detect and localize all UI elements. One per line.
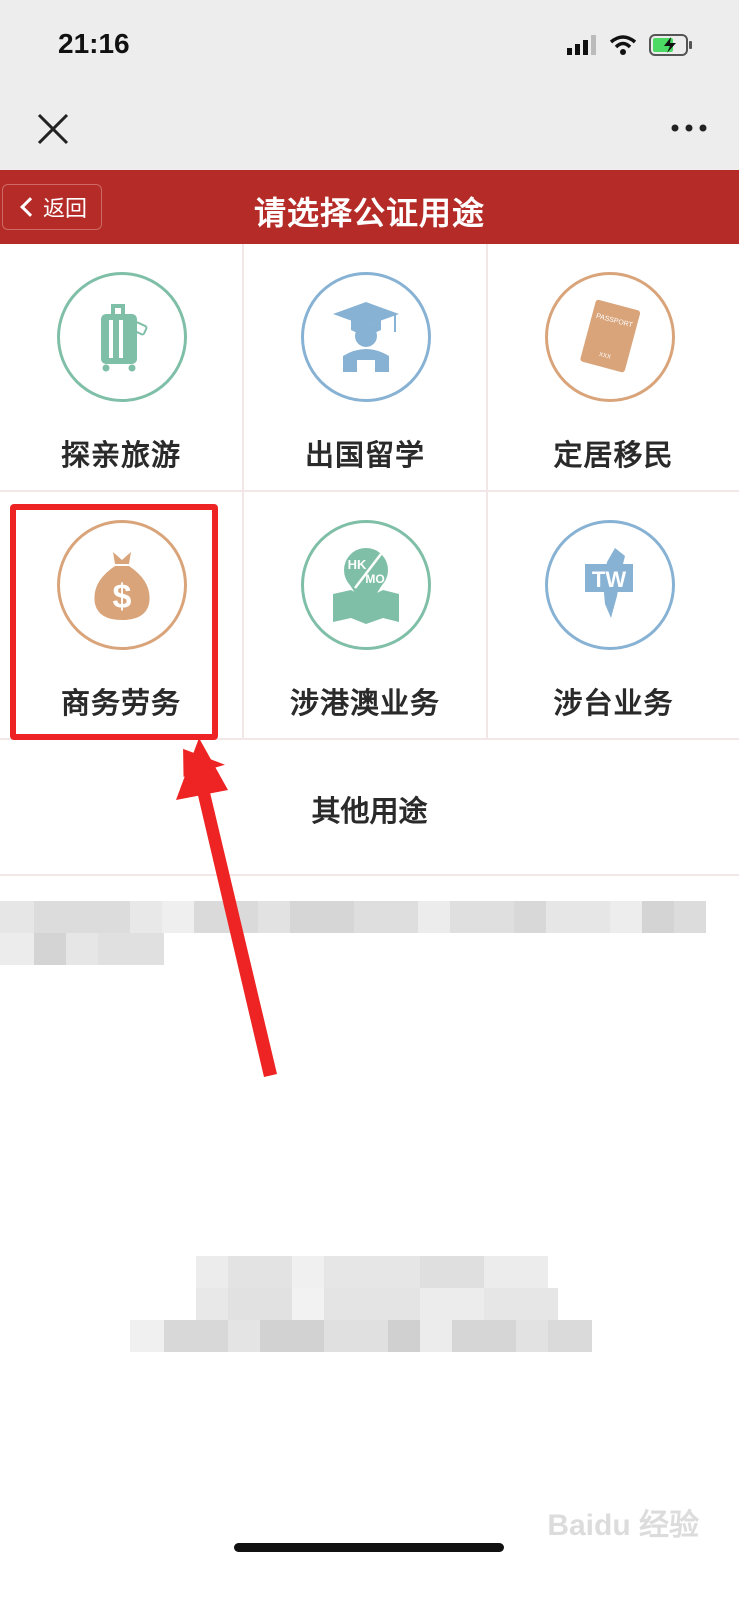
more-icon[interactable] bbox=[669, 118, 709, 138]
status-time: 21:16 bbox=[58, 28, 130, 59]
close-icon[interactable] bbox=[34, 110, 72, 148]
highlight-box bbox=[10, 504, 218, 740]
nav-bar bbox=[0, 88, 739, 170]
signal-icon bbox=[567, 35, 596, 55]
status-icons bbox=[567, 34, 693, 56]
blurred-footer bbox=[130, 1320, 592, 1352]
graduate-icon bbox=[301, 272, 431, 402]
purpose-taiwan[interactable]: TW 涉台业务 bbox=[488, 492, 739, 740]
purpose-label: 涉台业务 bbox=[553, 686, 674, 720]
page-title: 请选择公证用途 bbox=[253, 194, 485, 232]
blurred-footer bbox=[196, 1256, 558, 1320]
page-header: 返回 请选择公证用途 bbox=[0, 170, 739, 244]
blurred-text bbox=[0, 933, 164, 965]
taiwan-icon: TW bbox=[545, 520, 675, 650]
battery-icon bbox=[649, 34, 692, 56]
mo-text: MO bbox=[365, 572, 384, 586]
watermark: Baidu 经验 bbox=[547, 1509, 699, 1542]
purpose-label: 涉港澳业务 bbox=[289, 686, 440, 720]
luggage-icon bbox=[57, 272, 187, 402]
purpose-other[interactable]: 其他用途 bbox=[0, 744, 739, 876]
status-bar: 21:16 bbox=[0, 0, 739, 88]
passport-icon: PASSPORT XXX bbox=[545, 272, 675, 402]
purpose-settle-immigrate[interactable]: PASSPORT XXX 定居移民 bbox=[488, 244, 739, 492]
wifi-icon bbox=[609, 35, 637, 55]
hk-mo-map-icon: HK MO bbox=[301, 520, 431, 650]
purpose-visit-travel[interactable]: 探亲旅游 bbox=[0, 244, 244, 492]
hk-text: HK bbox=[348, 557, 367, 572]
home-indicator[interactable] bbox=[234, 1543, 504, 1552]
purpose-label: 探亲旅游 bbox=[60, 438, 181, 472]
purpose-label: 出国留学 bbox=[304, 438, 425, 472]
purpose-study-abroad[interactable]: 出国留学 bbox=[244, 244, 488, 492]
tw-text: TW bbox=[592, 567, 626, 592]
purpose-label: 定居移民 bbox=[553, 438, 674, 472]
purpose-hk-macau[interactable]: HK MO 涉港澳业务 bbox=[244, 492, 488, 740]
